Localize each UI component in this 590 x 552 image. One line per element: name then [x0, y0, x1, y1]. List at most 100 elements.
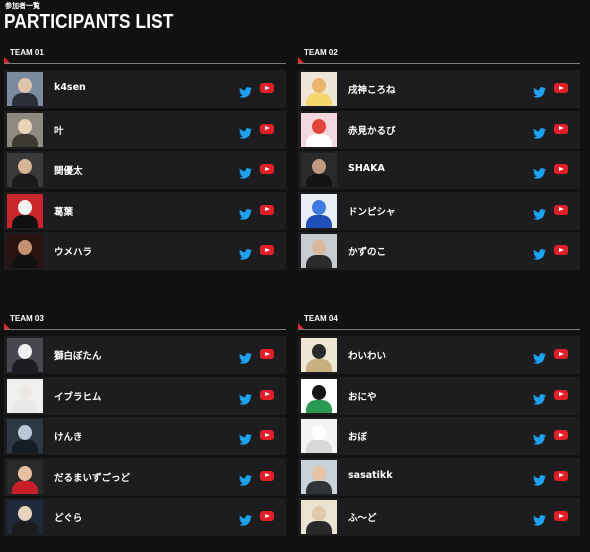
- team-label: TEAM 03: [10, 314, 44, 323]
- avatar-body: [306, 359, 332, 372]
- avatar-body: [12, 399, 38, 413]
- team-header-accent: [4, 323, 10, 329]
- twitter-icon[interactable]: [533, 390, 546, 405]
- youtube-icon[interactable]: [554, 245, 568, 255]
- avatar-head: [18, 78, 32, 93]
- avatar-head: [18, 425, 32, 440]
- twitter-icon[interactable]: [533, 430, 546, 445]
- twitter-icon[interactable]: [239, 205, 252, 220]
- youtube-icon[interactable]: [260, 123, 274, 134]
- participant-avatar: [7, 338, 43, 372]
- avatar-head: [312, 506, 326, 521]
- team-label: TEAM 02: [304, 48, 338, 57]
- participant-row: 葛葉: [4, 191, 286, 230]
- participant-row: 戌神ころね: [298, 70, 580, 108]
- youtube-icon[interactable]: [554, 164, 568, 174]
- participant-name: けんき: [54, 432, 83, 443]
- twitter-icon[interactable]: [533, 83, 546, 98]
- participant-avatar: [301, 72, 337, 106]
- participant-avatar: [301, 193, 337, 228]
- participant-row: わいわい: [298, 336, 580, 374]
- participant-avatar: [301, 459, 337, 494]
- twitter-icon[interactable]: [239, 164, 252, 179]
- avatar-body: [306, 174, 332, 187]
- avatar-head: [312, 118, 326, 134]
- twitter-icon[interactable]: [533, 124, 546, 139]
- participant-row: どぐら: [4, 498, 286, 536]
- youtube-icon[interactable]: [260, 430, 274, 440]
- youtube-icon[interactable]: [260, 511, 274, 521]
- avatar-head: [18, 506, 32, 521]
- avatar-head: [18, 465, 32, 481]
- avatar-body: [12, 440, 38, 453]
- avatar-body: [306, 399, 332, 413]
- youtube-icon[interactable]: [260, 349, 274, 359]
- avatar-head: [18, 344, 32, 359]
- team-header-divider: [298, 329, 580, 330]
- twitter-icon[interactable]: [239, 390, 252, 405]
- participant-avatar: [301, 153, 337, 187]
- participant-name: どぐら: [54, 513, 83, 524]
- youtube-icon[interactable]: [260, 204, 274, 215]
- twitter-icon[interactable]: [533, 511, 546, 526]
- twitter-icon[interactable]: [533, 164, 546, 179]
- youtube-icon[interactable]: [554, 204, 568, 215]
- youtube-icon[interactable]: [260, 389, 274, 400]
- participant-avatar: [7, 72, 43, 106]
- participant-name: 葛葉: [54, 206, 74, 218]
- team-header: TEAM 02: [298, 44, 580, 70]
- team-header: TEAM 01: [4, 44, 286, 70]
- team-header-accent: [298, 57, 304, 63]
- avatar-body: [306, 255, 332, 268]
- youtube-icon[interactable]: [554, 470, 568, 481]
- twitter-icon[interactable]: [239, 83, 252, 98]
- team-section: TEAM 02 戌神ころね 赤見かるび SHAKA ドンピシャ かずのこ: [298, 44, 580, 273]
- participant-name: SHAKA: [348, 163, 385, 174]
- youtube-icon[interactable]: [554, 430, 568, 440]
- avatar-head: [312, 240, 326, 255]
- participant-name: わいわい: [348, 351, 387, 362]
- youtube-icon[interactable]: [554, 123, 568, 134]
- youtube-icon[interactable]: [260, 164, 274, 174]
- twitter-icon[interactable]: [239, 245, 252, 260]
- twitter-icon[interactable]: [533, 349, 546, 364]
- team-header-divider: [298, 63, 580, 64]
- avatar-head: [312, 159, 326, 174]
- team-section: TEAM 01 k4sen 叶関優太 葛葉 ウメハラ: [4, 44, 286, 273]
- twitter-icon[interactable]: [533, 471, 546, 486]
- participant-row: 赤見かるび: [298, 110, 580, 149]
- avatar-head: [312, 199, 326, 215]
- avatar-head: [312, 425, 326, 440]
- team-section: TEAM 03 獅白ぼたん イブラヒム けんき だるまいずごっど どぐら: [4, 310, 286, 539]
- youtube-icon[interactable]: [554, 349, 568, 359]
- participant-row: ふ～ど: [298, 498, 580, 536]
- participant-row: SHAKA: [298, 151, 580, 189]
- team-header-divider: [4, 329, 286, 330]
- youtube-icon[interactable]: [554, 83, 568, 93]
- twitter-icon[interactable]: [239, 124, 252, 139]
- youtube-icon[interactable]: [554, 389, 568, 400]
- participant-name: 獅白ぼたん: [54, 351, 102, 362]
- twitter-icon[interactable]: [239, 471, 252, 486]
- participant-row: かずのこ: [298, 232, 580, 270]
- participant-avatar: [301, 112, 337, 147]
- youtube-icon[interactable]: [260, 83, 274, 93]
- participant-avatar: [7, 153, 43, 187]
- twitter-icon[interactable]: [239, 349, 252, 364]
- avatar-body: [12, 480, 38, 494]
- twitter-icon[interactable]: [239, 511, 252, 526]
- participant-row: ドンピシャ: [298, 191, 580, 230]
- twitter-icon[interactable]: [533, 245, 546, 260]
- youtube-icon[interactable]: [260, 470, 274, 481]
- avatar-body: [306, 521, 332, 534]
- twitter-icon[interactable]: [239, 430, 252, 445]
- avatar-head: [18, 118, 32, 134]
- youtube-icon[interactable]: [554, 511, 568, 521]
- avatar-body: [12, 133, 38, 147]
- youtube-icon[interactable]: [260, 245, 274, 255]
- participant-avatar: [301, 419, 337, 453]
- participant-name: 関優太: [54, 166, 83, 177]
- participant-row: けんき: [4, 417, 286, 455]
- twitter-icon[interactable]: [533, 205, 546, 220]
- participant-row: 関優太: [4, 151, 286, 189]
